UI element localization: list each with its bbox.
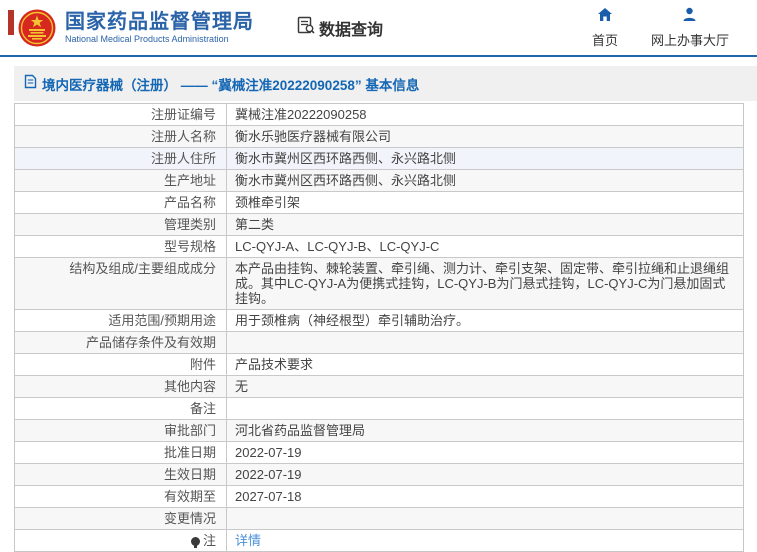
header-nav: 首页 网上办事大厅 xyxy=(585,7,729,49)
row-value: 衡水乐驰医疗器械有限公司 xyxy=(235,129,392,144)
row-label: 注 xyxy=(15,530,227,551)
row-value: 衡水市冀州区西环路西侧、永兴路北侧 xyxy=(235,151,457,166)
row-label: 产品名称 xyxy=(15,192,227,213)
agency-subtitle: National Medical Products Administration xyxy=(65,33,229,44)
nav-service-hall[interactable]: 网上办事大厅 xyxy=(651,7,729,49)
service-hall-label: 网上办事大厅 xyxy=(650,32,729,48)
home-label: 首页 xyxy=(591,32,618,48)
agency-title-block: 国家药品监督管理局 National Medical Products Admi… xyxy=(65,11,254,45)
nav-home[interactable]: 首页 xyxy=(585,7,625,49)
row-value: 河北省药品监督管理局 xyxy=(235,423,366,438)
info-table: 注册证编号 冀械注准20222090258 注册人名称 衡水乐驰医疗器械有限公司 注册人… xyxy=(14,103,744,552)
table-row: 产品储存条件及有效期 xyxy=(15,332,743,354)
row-value: 颈椎牵引架 xyxy=(235,195,301,210)
table-row: 注详情 xyxy=(15,530,743,551)
row-label: 注册证编号 xyxy=(15,104,227,125)
site-header: 国家药品监督管理局 National Medical Products Admi… xyxy=(0,0,757,57)
row-label: 变更情况 xyxy=(15,508,227,529)
row-value: 产品技术要求 xyxy=(235,357,314,372)
table-row: 注册人住所 衡水市冀州区西环路西侧、永兴路北侧 xyxy=(15,148,743,170)
row-value xyxy=(227,398,743,419)
table-row: 其他内容无 xyxy=(15,376,743,398)
row-label: 生产地址 xyxy=(15,170,227,191)
national-emblem-icon xyxy=(18,9,56,47)
table-row: 审批部门 河北省药品监督管理局 xyxy=(15,420,743,442)
row-value: 第二类 xyxy=(235,217,275,232)
table-row: 附件 产品技术要求 xyxy=(15,354,743,376)
row-label: 结构及组成/主要组成成分 xyxy=(15,258,227,309)
row-label: 适用范围/预期用途 xyxy=(15,310,227,331)
table-row: 备注 xyxy=(15,398,743,420)
document-icon xyxy=(24,74,37,94)
table-row: 适用范围/预期用途 用于颈椎病（神经根型）牵引辅助治疗。 xyxy=(15,310,743,332)
person-icon xyxy=(682,7,697,27)
row-value: 2022-07-19 xyxy=(235,445,302,460)
row-label: 注册人名称 xyxy=(15,126,227,147)
table-row: 型号规格 LC-QYJ-A、LC-QYJ-B、LC-QYJ-C xyxy=(15,236,743,258)
row-label: 备注 xyxy=(15,398,227,419)
row-label: 其他内容 xyxy=(15,376,227,397)
row-label: 型号规格 xyxy=(15,236,227,257)
table-row: 产品名称 颈椎牵引架 xyxy=(15,192,743,214)
table-row: 管理类别 第二类 xyxy=(15,214,743,236)
table-row: 注册证编号 冀械注准20222090258 xyxy=(15,104,743,126)
row-label: 管理类别 xyxy=(15,214,227,235)
row-value: 详情 xyxy=(227,530,743,551)
row-label: 有效期至 xyxy=(15,486,227,507)
breadcrumb: 境内医疗器械（注册） —— “冀械注准20222090258” 基本信息 xyxy=(14,66,757,101)
row-label: 审批部门 xyxy=(15,420,227,441)
row-label: 批准日期 xyxy=(15,442,227,463)
row-value: 无 xyxy=(235,379,249,394)
table-row: 批准日期 2022-07-19 xyxy=(15,442,743,464)
bulb-icon xyxy=(190,537,200,549)
table-row: 有效期至 2027-07-18 xyxy=(15,486,743,508)
row-value: 衡水市冀州区西环路西侧、永兴路北侧 xyxy=(235,173,457,188)
row-value: 2022-07-19 xyxy=(235,467,302,482)
row-label: 生效日期 xyxy=(15,464,227,485)
table-row: 结构及组成/主要组成成分 本产品由挂钩、棘轮装置、牵引绳、测力计、牵引支架、固定带… xyxy=(15,258,743,310)
row-label: 注册人住所 xyxy=(15,148,227,169)
row-value: 2027-07-18 xyxy=(235,489,302,504)
table-row: 生效日期 2022-07-19 xyxy=(15,464,743,486)
breadcrumb-title: 境内医疗器械（注册） —— “冀械注准20222090258” 基本信息 xyxy=(42,77,420,93)
row-value xyxy=(227,508,743,529)
row-value: 用于颈椎病（神经根型）牵引辅助治疗。 xyxy=(235,313,470,328)
row-label: 附件 xyxy=(15,354,227,375)
table-row: 生产地址 衡水市冀州区西环路西侧、永兴路北侧 xyxy=(15,170,743,192)
data-query-label: 数据查询 xyxy=(319,21,384,39)
home-icon xyxy=(597,7,613,27)
row-value xyxy=(227,332,743,353)
row-label: 产品储存条件及有效期 xyxy=(15,332,227,353)
agency-title: 国家药品监督管理局 xyxy=(65,10,254,33)
nav-data-query[interactable]: 数据查询 xyxy=(296,15,383,40)
table-row: 变更情况 xyxy=(15,508,743,530)
red-ribbon-decoration xyxy=(8,10,14,35)
document-search-icon xyxy=(296,15,316,40)
row-value: 本产品由挂钩、棘轮装置、牵引绳、测力计、牵引支架、固定带、牵引拉绳和止退绳组成。… xyxy=(235,261,730,306)
row-value: 冀械注准20222090258 xyxy=(235,107,367,122)
table-row: 注册人名称 衡水乐驰医疗器械有限公司 xyxy=(15,126,743,148)
detail-link[interactable]: 详情 xyxy=(235,533,261,548)
row-value: LC-QYJ-A、LC-QYJ-B、LC-QYJ-C xyxy=(235,239,440,254)
